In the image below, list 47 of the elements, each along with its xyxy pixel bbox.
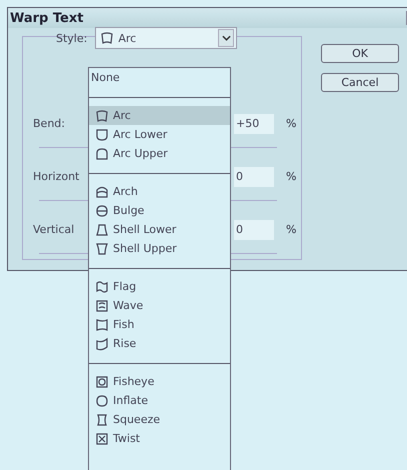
style-label: Style: xyxy=(56,32,88,44)
warp-shape-icon xyxy=(95,222,109,236)
warp-shape-icon xyxy=(95,318,109,332)
warp-shape-icon xyxy=(95,432,109,446)
menu-item[interactable]: Shell Lower xyxy=(89,220,230,239)
warp-shape-icon xyxy=(95,204,109,218)
dialog-button[interactable]: OK xyxy=(321,44,399,63)
warp-shape-icon xyxy=(95,108,109,122)
menu-item[interactable]: None xyxy=(89,68,230,98)
warp-shape-icon xyxy=(95,412,109,426)
menu-item[interactable]: Fisheye xyxy=(89,372,230,391)
warp-shape-icon xyxy=(95,374,109,388)
menu-item[interactable]: Wave xyxy=(89,296,230,315)
dialog-button[interactable]: Cancel xyxy=(321,73,399,92)
unit-label: % xyxy=(286,170,296,183)
warp-shape-icon xyxy=(95,298,109,312)
value-field[interactable]: +50 xyxy=(234,114,274,134)
menu-item[interactable]: Arch xyxy=(89,182,230,201)
caret-icon[interactable] xyxy=(218,29,234,47)
warp-shape-icon xyxy=(95,280,109,294)
style-dropdown[interactable]: Arc xyxy=(95,27,238,49)
menu-item[interactable]: Arc Upper xyxy=(89,144,230,163)
window-title: Warp Text xyxy=(10,10,84,26)
menu-item[interactable]: Flag xyxy=(89,277,230,296)
field-label: Bend: xyxy=(33,117,66,130)
menu-item[interactable]: Squeeze xyxy=(89,410,230,429)
warp-shape-icon xyxy=(95,128,109,142)
menu-item[interactable]: Arc Lower xyxy=(89,125,230,144)
menu-item[interactable]: Inflate xyxy=(89,391,230,410)
menu-item[interactable]: Rise xyxy=(89,334,230,353)
field-label: Vertical xyxy=(33,223,76,236)
value-field[interactable]: 0 xyxy=(234,220,274,240)
warp-shape-icon xyxy=(95,184,109,198)
menu-item[interactable]: Shell Upper xyxy=(89,239,230,258)
warp-shape-icon xyxy=(95,336,109,350)
menu-item[interactable]: Bulge xyxy=(89,201,230,220)
warp-shape-icon xyxy=(95,242,109,256)
menu-item[interactable]: Twist xyxy=(89,429,230,448)
warp-shape-icon xyxy=(95,394,109,408)
field-label: Horizont xyxy=(33,170,80,183)
warp-shape-icon xyxy=(95,146,109,160)
menu-item[interactable]: Fish xyxy=(89,315,230,334)
menu-item[interactable]: Arc xyxy=(89,106,230,125)
unit-label: % xyxy=(286,117,296,130)
value-field[interactable]: 0 xyxy=(234,166,274,186)
unit-label: % xyxy=(286,223,296,236)
warp-shape-icon xyxy=(100,31,114,45)
